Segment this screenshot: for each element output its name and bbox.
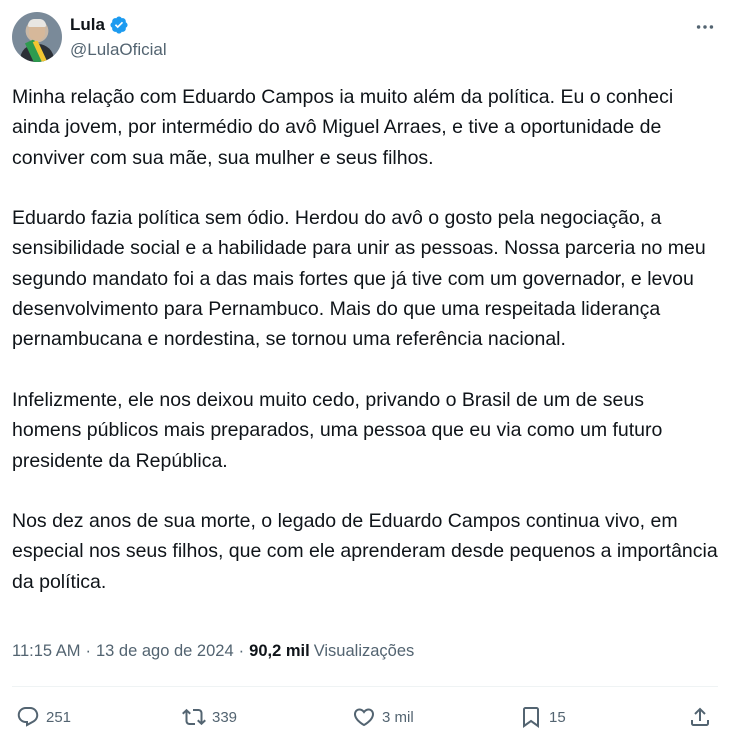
reply-icon bbox=[17, 707, 39, 727]
like-button[interactable]: 3 mil bbox=[352, 700, 414, 734]
views-label: Visualizações bbox=[313, 642, 415, 660]
meta-separator: · bbox=[238, 642, 245, 660]
tweet-paragraph: Eduardo fazia política sem ódio. Herdou … bbox=[12, 207, 706, 351]
reply-count: 251 bbox=[46, 708, 72, 726]
more-options-button[interactable] bbox=[692, 14, 718, 40]
tweet-paragraph: Nos dez anos de sua morte, o legado de E… bbox=[12, 510, 718, 593]
repost-button[interactable]: 339 bbox=[182, 700, 237, 734]
author-handle[interactable]: @LulaOficial bbox=[70, 40, 167, 60]
repost-count: 339 bbox=[212, 708, 238, 726]
bookmark-button[interactable]: 15 bbox=[519, 700, 566, 734]
bookmark-icon bbox=[523, 707, 539, 728]
heart-icon bbox=[353, 708, 375, 727]
action-bar: 251 339 3 mil 15 bbox=[12, 700, 718, 734]
author-display-name[interactable]: Lula bbox=[70, 15, 105, 35]
retweet-icon bbox=[182, 708, 206, 726]
tweet-time[interactable]: 11:15 AM bbox=[12, 642, 81, 661]
tweet-paragraph: Minha relação com Eduardo Campos ia muit… bbox=[12, 86, 674, 169]
meta-separator: · bbox=[85, 642, 92, 660]
tweet-meta: 11:15 AM · 13 de ago de 2024 · 90,2 mil … bbox=[12, 642, 414, 661]
bookmark-count: 15 bbox=[549, 708, 566, 726]
divider bbox=[12, 686, 718, 687]
tweet-header: Lula @LulaOficial bbox=[12, 12, 718, 64]
more-horizontal-icon bbox=[696, 25, 714, 29]
tweet-paragraph: Infelizmente, ele nos deixou muito cedo,… bbox=[12, 388, 663, 472]
share-button[interactable] bbox=[688, 700, 712, 734]
views-count: 90,2 mil bbox=[249, 642, 310, 660]
verified-badge-icon[interactable] bbox=[109, 15, 129, 35]
tweet-date[interactable]: 13 de ago de 2024 bbox=[96, 642, 234, 661]
author-name-row: Lula bbox=[70, 14, 129, 36]
reply-button[interactable]: 251 bbox=[16, 700, 71, 734]
avatar[interactable] bbox=[12, 12, 62, 62]
share-icon bbox=[691, 707, 709, 726]
tweet-text: Minha relação com Eduardo Campos ia muit… bbox=[12, 82, 718, 597]
like-count: 3 mil bbox=[382, 708, 414, 726]
